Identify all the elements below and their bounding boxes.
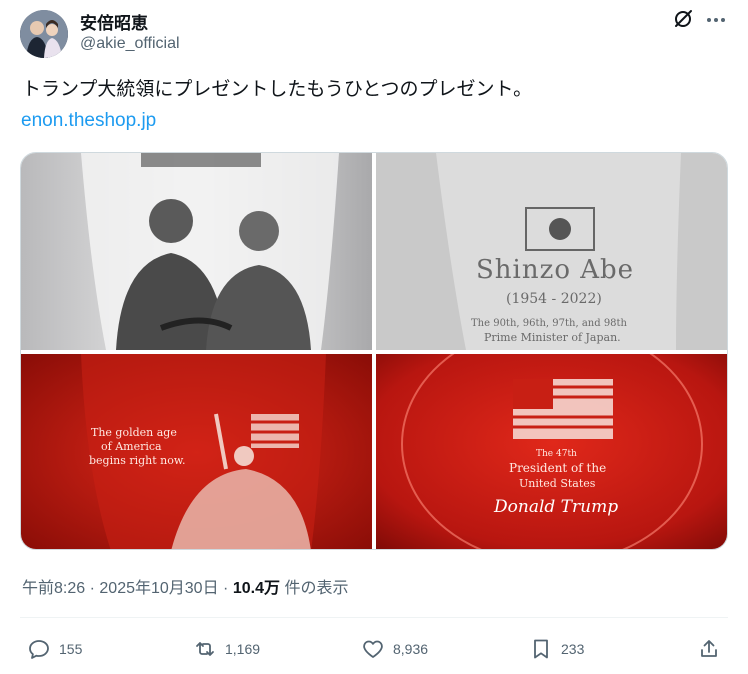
- meta-separator: ·: [89, 580, 95, 597]
- repost-count: 1,169: [225, 641, 261, 657]
- tweet-meta: 午前8:26 · 2025年10月30日 · 10.4万 件の表示: [22, 574, 348, 598]
- views-label: 件の表示: [284, 580, 349, 597]
- bookmark-icon: [534, 639, 548, 659]
- abe-line1: The 90th, 96th, 97th, and 98th: [471, 318, 628, 329]
- like-count: 8,936: [393, 641, 429, 657]
- heart-icon: [363, 640, 383, 658]
- divider: [20, 617, 728, 618]
- bookmark-button[interactable]: 233: [529, 637, 584, 661]
- media-grid: Shinzo Abe (1954 - 2022) The 90th, 96th,…: [20, 152, 728, 550]
- tweet-time[interactable]: 午前8:26: [22, 580, 85, 597]
- photo-engraved-abe-text[interactable]: Shinzo Abe (1954 - 2022) The 90th, 96th,…: [376, 153, 727, 350]
- photo-engraved-red[interactable]: The golden age of America begins right n…: [21, 354, 372, 549]
- base-line3: United States: [519, 477, 596, 490]
- author-display-name[interactable]: 安倍昭恵: [80, 9, 148, 34]
- red-line2: of America: [101, 440, 162, 453]
- reply-icon: [29, 640, 49, 659]
- abe-years: (1954 - 2022): [506, 291, 602, 307]
- photo-engraved-portrait[interactable]: [21, 153, 372, 350]
- red-line1: The golden age: [91, 426, 177, 439]
- base-line4: Donald Trump: [493, 497, 618, 517]
- bookmark-count: 233: [561, 641, 585, 657]
- tweet-date[interactable]: 2025年10月30日: [99, 580, 218, 597]
- reply-button[interactable]: 155: [27, 637, 82, 661]
- repost-icon: [196, 642, 214, 656]
- red-line3: begins right now.: [89, 454, 185, 467]
- grok-icon[interactable]: [672, 8, 694, 30]
- abe-line2: Prime Minister of Japan.: [484, 331, 621, 344]
- share-button[interactable]: [697, 637, 729, 661]
- more-icon[interactable]: [705, 10, 727, 30]
- base-line2: President of the: [509, 461, 606, 475]
- share-icon: [701, 640, 717, 657]
- photo-engraved-base[interactable]: The 47th President of the United States …: [376, 354, 727, 549]
- base-line1: The 47th: [536, 449, 577, 459]
- like-button[interactable]: 8,936: [361, 637, 428, 661]
- abe-name: Shinzo Abe: [476, 255, 634, 285]
- meta-separator: ·: [223, 580, 229, 597]
- avatar[interactable]: [20, 10, 68, 58]
- tweet-link[interactable]: enon.theshop.jp: [21, 110, 156, 132]
- tweet-text: トランプ大統領にプレゼントしたもうひとつのプレゼント。: [22, 79, 533, 100]
- views-count: 10.4万: [232, 580, 280, 597]
- reply-count: 155: [59, 641, 83, 657]
- repost-button[interactable]: 1,169: [193, 637, 260, 661]
- author-handle[interactable]: @akie_official: [80, 35, 180, 53]
